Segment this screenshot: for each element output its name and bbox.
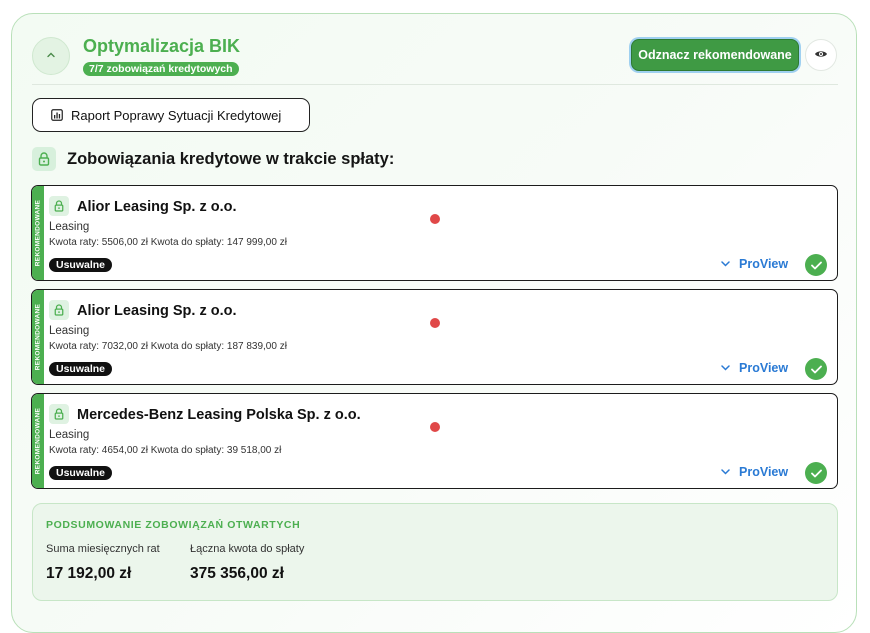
recommended-ribbon: REKOMENDOWANE [32, 290, 44, 384]
credit-type: Leasing [49, 429, 90, 441]
chevron-up-icon [46, 49, 56, 63]
open-obligations-summary: PODSUMOWANIE ZOBOWIĄZAŃ OTWARTYCH Suma m… [32, 503, 838, 601]
lock-icon [32, 147, 56, 171]
credit-card-item[interactable]: REKOMENDOWANE Alior Leasing Sp. z o.o. L… [31, 185, 838, 281]
monthly-installments-label: Suma miesięcznych rat [46, 543, 160, 555]
credit-card-item[interactable]: REKOMENDOWANE Alior Leasing Sp. z o.o. L… [31, 289, 838, 385]
bik-optimization-panel: Optymalizacja BIK 7/7 zobowiązań kredyto… [11, 13, 857, 633]
section-title: Zobowiązania kredytowe w trakcie spłaty: [67, 150, 395, 168]
credit-card-item[interactable]: REKOMENDOWANE Mercedes-Benz Leasing Pols… [31, 393, 838, 489]
credit-amounts: Kwota raty: 7032,00 zł Kwota do spłaty: … [49, 341, 287, 352]
eye-icon [814, 46, 828, 64]
credit-amounts: Kwota raty: 5506,00 zł Kwota do spłaty: … [49, 237, 287, 248]
credit-amounts: Kwota raty: 4654,00 zł Kwota do spłaty: … [49, 445, 282, 456]
lock-icon [49, 404, 69, 424]
chevron-down-icon [721, 261, 730, 267]
lock-icon [49, 300, 69, 320]
removable-badge: Usuwalne [49, 466, 113, 480]
summary-title: PODSUMOWANIE ZOBOWIĄZAŃ OTWARTYCH [46, 519, 301, 531]
unmark-recommended-button[interactable]: Odznacz rekomendowane [631, 39, 799, 71]
creditor-name: Mercedes-Benz Leasing Polska Sp. z o.o. [77, 407, 361, 423]
chevron-down-icon [721, 365, 730, 371]
proview-toggle[interactable]: ProView [721, 257, 788, 271]
obligations-count-badge: 7/7 zobowiązań kredytowych [83, 62, 239, 76]
proview-toggle[interactable]: ProView [721, 361, 788, 375]
creditor-name: Alior Leasing Sp. z o.o. [77, 303, 237, 319]
lock-icon [49, 196, 69, 216]
creditor-name: Alior Leasing Sp. z o.o. [77, 199, 237, 215]
visibility-toggle-button[interactable] [805, 39, 837, 71]
check-icon[interactable] [805, 358, 827, 380]
panel-title: Optymalizacja BIK [83, 36, 241, 56]
header-divider [32, 84, 838, 85]
proview-toggle[interactable]: ProView [721, 465, 788, 479]
credit-improvement-report-button[interactable]: Raport Poprawy Sytuacji Kredytowej [32, 98, 310, 132]
collapse-button[interactable] [32, 37, 70, 75]
status-dot [430, 318, 440, 328]
report-button-label: Raport Poprawy Sytuacji Kredytowej [71, 107, 282, 123]
status-dot [430, 214, 440, 224]
recommended-ribbon: REKOMENDOWANE [32, 186, 44, 280]
monthly-installments-value: 17 192,00 zł [46, 565, 132, 582]
total-to-repay-label: Łączna kwota do spłaty [190, 543, 305, 555]
removable-badge: Usuwalne [49, 362, 113, 376]
check-icon[interactable] [805, 462, 827, 484]
total-to-repay-value: 375 356,00 zł [190, 565, 284, 582]
status-dot [430, 422, 440, 432]
chevron-down-icon [721, 469, 730, 475]
bar-chart-icon [51, 109, 63, 121]
proview-label: ProView [739, 361, 789, 375]
proview-label: ProView [739, 465, 789, 479]
removable-badge: Usuwalne [49, 258, 113, 272]
check-icon[interactable] [805, 254, 827, 276]
credit-type: Leasing [49, 325, 90, 337]
proview-label: ProView [739, 257, 789, 271]
recommended-ribbon: REKOMENDOWANE [32, 394, 44, 488]
credit-type: Leasing [49, 221, 90, 233]
